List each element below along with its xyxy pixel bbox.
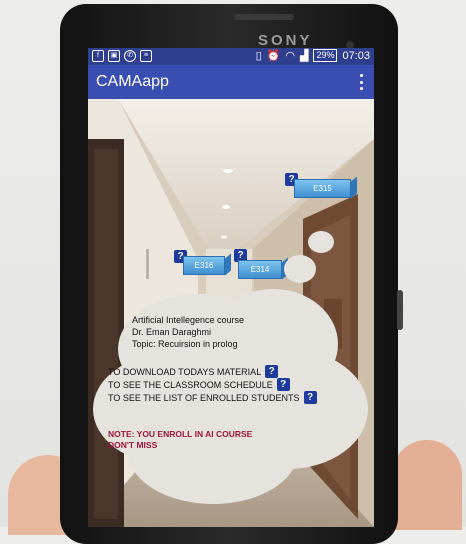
more-vert-icon[interactable]	[358, 74, 364, 90]
signal-icon: ▟	[299, 50, 309, 62]
lecture-topic: Topic: Recuirsion in prolog	[132, 339, 238, 349]
status-bar: f ▣ ✆ ≡ ▯ ⏰ ◠ ▟ 29% 07:03	[88, 48, 374, 65]
room-label-e315[interactable]: E315	[294, 179, 351, 198]
classroom-schedule-option[interactable]: TO SEE THE CLASSROOM SCHEDULE ?	[108, 378, 290, 391]
app-title: CAMAapp	[96, 73, 169, 90]
cloud-puff	[128, 399, 298, 504]
option-label[interactable]: TO SEE THE LIST OF ENROLLED STUDENTS	[108, 393, 300, 403]
room-label-e316[interactable]: E316	[183, 256, 225, 275]
phone-screen: f ▣ ✆ ≡ ▯ ⏰ ◠ ▟ 29% 07:03 CAMAapp ? E315…	[88, 48, 374, 527]
facebook-icon: f	[92, 50, 104, 62]
power-button	[397, 290, 403, 330]
help-icon[interactable]: ?	[265, 365, 279, 378]
help-icon[interactable]: ?	[276, 378, 290, 391]
app-bar: CAMAapp	[88, 65, 374, 99]
option-label[interactable]: TO DOWNLOAD TODAYS MATERIAL	[108, 367, 261, 377]
phone-brand: SONY	[258, 32, 313, 49]
cloud-puff-small	[308, 231, 334, 253]
note-line: NOTE: YOU ENROLL IN AI COURSE	[108, 429, 253, 439]
clock: 07:03	[342, 49, 370, 62]
file-icon: ≡	[140, 50, 152, 62]
note-line: DON'T MISS	[108, 440, 158, 450]
help-icon[interactable]: ?	[303, 391, 317, 404]
battery-indicator: 29%	[313, 49, 338, 62]
enrollment-note: NOTE: YOU ENROLL IN AI COURSE DON'T MISS	[108, 429, 252, 451]
room-label-e314[interactable]: E314	[238, 260, 282, 279]
alarm-icon: ⏰	[266, 50, 281, 62]
wifi-icon: ◠	[285, 50, 295, 62]
download-material-option[interactable]: TO DOWNLOAD TODAYS MATERIAL ?	[108, 365, 279, 378]
instructor-name: Dr. Eman Daraghmi	[132, 327, 212, 337]
image-icon: ▣	[108, 50, 120, 62]
cloud-puff-medium	[284, 255, 316, 283]
course-name: Artificial Intellegence course	[132, 315, 245, 325]
whatsapp-icon: ✆	[124, 50, 136, 62]
vibrate-icon: ▯	[255, 50, 262, 62]
right-thumb	[392, 440, 462, 530]
camera-view: ? E315 ? E316 ? E314 Artificial Intelleg…	[88, 99, 374, 527]
enrolled-students-option[interactable]: TO SEE THE LIST OF ENROLLED STUDENTS ?	[108, 391, 317, 404]
option-label[interactable]: TO SEE THE CLASSROOM SCHEDULE	[108, 380, 273, 390]
earpiece-speaker	[234, 14, 294, 20]
